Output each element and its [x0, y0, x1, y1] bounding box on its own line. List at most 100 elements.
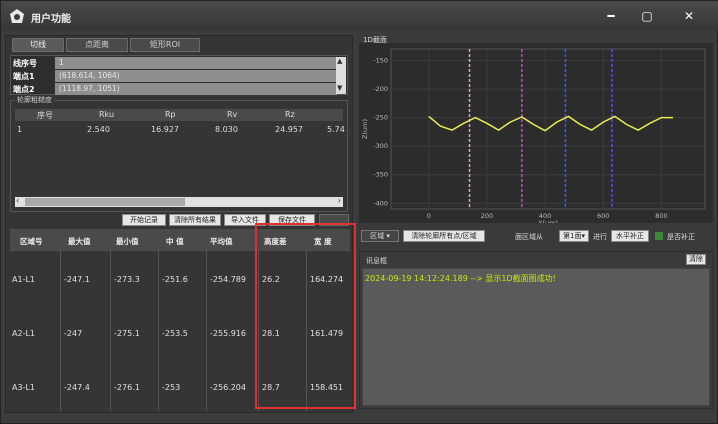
y-tick-label: -400	[373, 199, 388, 207]
region-cell[interactable]: -247	[64, 329, 82, 338]
compensate-checkbox[interactable]	[655, 232, 663, 240]
column-divider	[206, 251, 207, 411]
region-cell[interactable]: -276.1	[114, 383, 140, 392]
region-cell[interactable]: -247.1	[64, 275, 90, 284]
roughness-cell[interactable]: 16.927	[151, 125, 179, 134]
scroll-thumb[interactable]	[25, 198, 185, 206]
maximize-button[interactable]: ▢	[625, 7, 669, 25]
y-tick-label: -250	[373, 114, 388, 122]
chart-controls: 区域 ▾ 清除轮廓所有点/区域 面区域从 第1面▾ 进行 水平补正 是否补正	[359, 227, 713, 245]
region-cell[interactable]: A2-L1	[12, 329, 35, 338]
region-col-header: 最小值	[116, 237, 139, 246]
window-title: 用户功能	[31, 14, 71, 25]
region-select-value: 区域	[370, 232, 385, 240]
message-area[interactable]: 2024-09-19 14:12:24.189 --> 显示1D截面图成功!	[362, 268, 710, 406]
scroll-left-icon[interactable]: ‹	[16, 196, 19, 205]
clear-message-button[interactable]: 清除	[686, 254, 706, 265]
line-info-row: 线序号 1	[11, 57, 337, 70]
roughness-cell[interactable]: 1	[17, 125, 22, 134]
face-select[interactable]: 第1面▾	[559, 230, 589, 242]
title-bar[interactable]: 用户功能 ━ ▢ ✕	[1, 1, 718, 31]
region-col-header: 中 值	[166, 237, 184, 246]
line-info-list: 线序号 1 端点1 (618.614, 1064) 端点2 (1118.97, …	[10, 55, 348, 95]
vertical-scrollbar[interactable]: ▲ ▼	[336, 57, 346, 94]
line-info-row: 端点2 (1118.97, 1051)	[11, 83, 337, 96]
y-axis-label: Z(um)	[361, 119, 369, 139]
region-cell[interactable]: -251.6	[162, 275, 188, 284]
roughness-cell[interactable]: 2.540	[87, 125, 110, 134]
tab-rect-roi[interactable]: 矩形ROI	[130, 38, 200, 52]
message-line: 2024-09-19 14:12:24.189 --> 显示1D截面图成功!	[365, 274, 556, 283]
line-info-value[interactable]: (618.614, 1064)	[55, 70, 337, 82]
roughness-cell[interactable]: 8.030	[215, 125, 238, 134]
region-cell[interactable]: -273.3	[114, 275, 140, 284]
chart-area[interactable]: 0 200 400 600 800 -150 -200 -250 -300 -350 -400 X(u…	[359, 43, 713, 227]
line-info-row: 端点1 (618.614, 1064)	[11, 70, 337, 83]
roughness-cell[interactable]: 5.74	[327, 125, 345, 134]
highlight-box	[255, 223, 356, 409]
roughness-header: 序号 Rku Rp Rv Rz	[15, 109, 343, 121]
region-col-header: 平均值	[210, 237, 233, 246]
left-panel: 切线 点距离 矩形ROI 线序号 1 端点1 (618.614, 1064) 端…	[5, 35, 356, 413]
y-tick-label: -200	[373, 85, 388, 93]
region-cell[interactable]: A3-L1	[12, 383, 35, 392]
scroll-up-icon[interactable]: ▲	[337, 57, 342, 65]
region-cell[interactable]: -254.789	[210, 275, 246, 284]
region-col-header: 区域号	[20, 237, 43, 246]
face-label: 面区域从	[515, 233, 543, 241]
column-divider	[158, 251, 159, 411]
level-correction-button[interactable]: 水平补正	[611, 230, 649, 242]
profile-chart[interactable]: 0 200 400 600 800-150-200-250-300-350-400X(u…	[359, 43, 713, 227]
run-label: 进行	[593, 233, 607, 241]
line-info-key: 端点1	[13, 72, 35, 81]
message-box-title: 讯息框	[366, 257, 387, 265]
roughness-col-header: Rp	[165, 110, 176, 119]
x-tick-label: 0	[427, 212, 431, 220]
clear-results-button[interactable]: 清除所有结果	[169, 214, 221, 226]
x-tick-label: 800	[655, 212, 667, 220]
region-cell[interactable]: A1-L1	[12, 275, 35, 284]
roughness-cell[interactable]: 24.957	[275, 125, 303, 134]
roughness-col-header: Rku	[99, 110, 115, 119]
close-button[interactable]: ✕	[667, 7, 711, 25]
tab-tangent[interactable]: 切线	[12, 38, 64, 52]
y-tick-label: -350	[373, 171, 388, 179]
chevron-down-icon: ▾	[386, 232, 390, 240]
x-axis-label: X(um)	[538, 219, 558, 223]
message-box: 讯息框 清除 2024-09-19 14:12:24.189 --> 显示1D截…	[359, 251, 713, 409]
scroll-right-icon[interactable]: ›	[338, 196, 341, 205]
column-divider	[110, 251, 111, 411]
tab-point-distance[interactable]: 点距离	[66, 38, 128, 52]
roughness-col-header: Rv	[227, 110, 238, 119]
face-select-value: 第1面	[563, 232, 582, 240]
roughness-col-header: Rz	[285, 110, 295, 119]
region-cell[interactable]: -256.204	[210, 383, 246, 392]
right-panel: 1D截面 0 200 400 600 800 -150 -200 -250 -300 -350 -4…	[357, 35, 715, 413]
region-cell[interactable]: -247.4	[64, 383, 90, 392]
line-info-key: 线序号	[13, 59, 37, 68]
y-tick-label: -300	[373, 142, 388, 150]
region-select[interactable]: 区域 ▾	[361, 230, 399, 242]
column-divider	[60, 251, 61, 411]
app-window: 用户功能 ━ ▢ ✕ 切线 点距离 矩形ROI 线序号 1 端点1 (618.6…	[0, 0, 718, 424]
region-cell[interactable]: -253	[162, 383, 180, 392]
x-tick-label: 200	[481, 212, 493, 220]
line-info-key: 端点2	[13, 85, 35, 94]
start-record-button[interactable]: 开始记录	[122, 214, 166, 226]
roughness-group: 轮廓粗糙度 序号 Rku Rp Rv Rz 1 2.540 16.927 8.0…	[10, 95, 348, 212]
region-cell[interactable]: -255.916	[210, 329, 246, 338]
chevron-down-icon: ▾	[581, 232, 585, 240]
region-col-header: 最大值	[68, 237, 91, 246]
horizontal-scrollbar[interactable]: ‹ ›	[15, 196, 343, 207]
scroll-down-icon[interactable]: ▼	[337, 84, 342, 92]
region-cell[interactable]: -253.5	[162, 329, 188, 338]
line-info-value[interactable]: (1118.97, 1051)	[55, 83, 337, 95]
region-cell[interactable]: -275.1	[114, 329, 140, 338]
app-logo-icon	[10, 9, 24, 23]
compensate-label: 是否补正	[667, 233, 695, 241]
y-tick-label: -150	[373, 56, 388, 64]
clear-regions-button[interactable]: 清除轮廓所有点/区域	[403, 230, 485, 242]
line-info-value[interactable]: 1	[55, 57, 337, 69]
roughness-legend: 轮廓粗糙度	[15, 95, 54, 105]
roughness-col-header: 序号	[37, 111, 53, 120]
